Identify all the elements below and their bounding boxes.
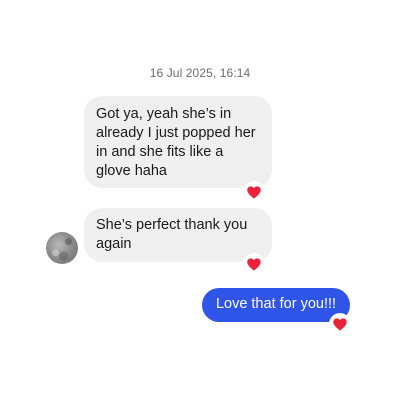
heart-reaction-icon[interactable] (244, 254, 264, 274)
incoming-message-bubble[interactable]: She’s perfect thank you again (84, 208, 272, 262)
incoming-message-bubble[interactable]: Got ya, yeah she’s in already I just pop… (84, 96, 272, 188)
contact-avatar[interactable] (46, 232, 78, 264)
heart-reaction-icon[interactable] (244, 182, 264, 202)
heart-reaction-icon[interactable] (330, 314, 350, 334)
message-timestamp: 16 Jul 2025, 16:14 (149, 66, 251, 80)
outgoing-message-bubble[interactable]: Love that for you!!! (202, 288, 350, 322)
